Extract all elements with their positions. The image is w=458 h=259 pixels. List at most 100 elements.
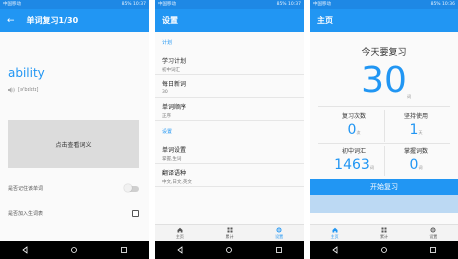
setting-title: 翻译语种 [162, 170, 187, 177]
stat-vocab-total: 初中词汇 1463词 [324, 146, 384, 173]
add-vocab-checkbox[interactable] [132, 210, 139, 217]
reveal-label: 点击查看词义 [55, 141, 92, 149]
review-count: 30 [361, 60, 407, 101]
tab-label: 累计 [225, 233, 234, 239]
tab-label: 累计 [379, 233, 388, 239]
system-nav-bar [155, 241, 304, 259]
tab-settings[interactable]: 设置 [409, 225, 458, 241]
section-header: 设置 [162, 129, 173, 135]
tab-home[interactable]: 主页 [310, 225, 359, 241]
footer-band [310, 195, 458, 213]
tab-stats[interactable]: 累计 [205, 225, 255, 241]
status-right: 85% 10:37 [276, 2, 301, 7]
back-arrow-icon[interactable]: ← [7, 16, 15, 26]
remember-label: 是否记住该单词 [8, 186, 44, 192]
setting-word-order[interactable]: 单词顺序 正序 [155, 98, 304, 121]
nav-back-icon[interactable] [21, 246, 29, 254]
setting-study-plan[interactable]: 学习计划 初中词汇 [155, 52, 304, 75]
bottom-tabs: 主页 累计 设置 [310, 224, 458, 241]
carrier: 中国移动 [158, 2, 176, 7]
home-screen: 中国移动 85% 10:36 主页 今天要复习 30 词 复习次数 0次 坚持使… [310, 0, 458, 259]
stat-label: 复习次数 [341, 113, 366, 120]
home-icon [177, 227, 183, 232]
section-header: 计划 [162, 40, 173, 46]
stat-days-used: 坚持使用 1天 [386, 111, 446, 138]
remember-toggle[interactable] [124, 184, 139, 192]
status-right: 85% 10:36 [430, 2, 455, 7]
settings-list: 计划 学习计划 初中词汇 每日新词 30 单词顺序 正序 设置 单词设置 掌握,… [155, 32, 304, 224]
tab-label: 主页 [330, 233, 339, 239]
add-vocab-label: 是否加入生词表 [8, 211, 44, 217]
word-text: ability [8, 66, 45, 80]
app-bar: 设置 [155, 9, 304, 32]
review-unit: 词 [407, 94, 411, 99]
app-bar: 主页 [310, 9, 458, 32]
nav-home-icon[interactable] [70, 246, 78, 254]
divider [384, 146, 385, 176]
status-bar: 中国移动 85% 10:37 [0, 0, 149, 9]
setting-value: 中文,日文,英文 [162, 180, 192, 185]
status-bar: 中国移动 85% 10:36 [310, 0, 458, 9]
stat-mastered: 掌握词数 0词 [386, 146, 446, 173]
grid-icon [227, 227, 232, 232]
setting-value: 正序 [162, 114, 171, 119]
tab-home[interactable]: 主页 [155, 225, 205, 241]
stat-label: 坚持使用 [403, 113, 428, 120]
app-screens: 中国移动 85% 10:37 ← 单词复习1/30 ability [ə'bɪl… [0, 0, 458, 259]
stat-review-times: 复习次数 0次 [324, 111, 384, 138]
settings-screen: 中国移动 85% 10:37 设置 计划 学习计划 初中词汇 每日新词 30 单… [155, 0, 304, 259]
setting-daily-new[interactable]: 每日新词 30 [155, 75, 304, 98]
carrier: 中国移动 [3, 2, 21, 7]
nav-home-icon[interactable] [225, 246, 233, 254]
word-review-screen: 中国移动 85% 10:37 ← 单词复习1/30 ability [ə'bɪl… [0, 0, 149, 259]
setting-title: 单词顺序 [162, 104, 187, 111]
tab-settings[interactable]: 设置 [254, 225, 304, 241]
setting-value: 初中词汇 [162, 68, 180, 73]
start-review-button[interactable]: 开始复习 [310, 179, 458, 195]
tab-label: 设置 [429, 233, 438, 239]
nav-back-icon[interactable] [176, 246, 184, 254]
reveal-meaning-button[interactable]: 点击查看词义 [8, 120, 139, 168]
status-bar: 中国移动 85% 10:37 [155, 0, 304, 9]
nav-home-icon[interactable] [380, 246, 388, 254]
nav-recents-icon[interactable] [275, 246, 283, 254]
setting-title: 单词设置 [162, 147, 187, 154]
setting-value: 掌握,生词 [162, 157, 182, 162]
nav-recents-icon[interactable] [120, 246, 128, 254]
status-right: 85% 10:37 [121, 2, 146, 7]
tab-label: 主页 [175, 233, 184, 239]
app-bar: ← 单词复习1/30 [0, 9, 149, 32]
tab-stats[interactable]: 累计 [359, 225, 408, 241]
phonetic-text: [ə'bɪlɪtɪ] [18, 87, 39, 93]
page-title: 设置 [162, 16, 178, 25]
nav-recents-icon[interactable] [429, 246, 437, 254]
review-title: 今天要复习 [361, 48, 407, 58]
setting-value: 30 [162, 90, 168, 95]
divider [318, 106, 450, 107]
system-nav-bar [0, 241, 149, 259]
nav-back-icon[interactable] [331, 246, 339, 254]
phonetic-row[interactable]: [ə'bɪlɪtɪ] [8, 87, 38, 93]
tab-label: 设置 [275, 233, 284, 239]
speaker-icon[interactable] [8, 87, 15, 93]
setting-translation[interactable]: 翻译语种 中文,日文,英文 [155, 164, 304, 187]
setting-word-settings[interactable]: 单词设置 掌握,生词 [155, 141, 304, 164]
stat-value: 0词 [409, 157, 423, 173]
page-title: 主页 [317, 16, 333, 25]
stat-label: 初中词汇 [341, 148, 366, 155]
divider [384, 110, 385, 142]
gear-icon [430, 227, 436, 232]
setting-title: 学习计划 [162, 58, 187, 65]
page-title: 单词复习1/30 [26, 16, 79, 25]
divider [318, 143, 450, 144]
remember-option: 是否记住该单词 [8, 184, 139, 192]
stat-value: 0次 [347, 122, 361, 138]
gear-icon [276, 227, 282, 232]
stat-value: 1天 [409, 122, 423, 138]
system-nav-bar [310, 241, 458, 259]
bottom-tabs: 主页 累计 设置 [155, 224, 304, 241]
grid-icon [381, 227, 387, 232]
stat-label: 掌握词数 [403, 148, 428, 155]
carrier: 中国移动 [313, 2, 331, 7]
home-icon [332, 227, 338, 232]
